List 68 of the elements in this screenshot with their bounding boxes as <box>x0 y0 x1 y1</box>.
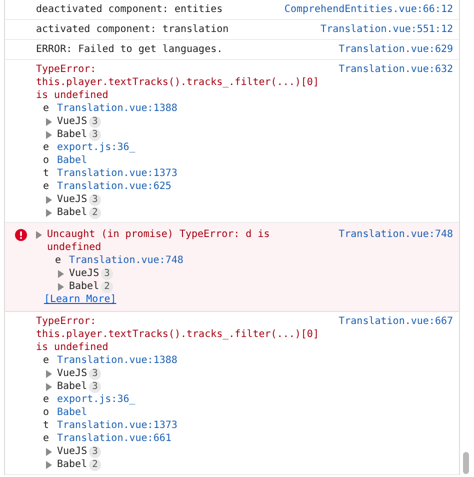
count-badge: 3 <box>89 194 101 206</box>
function-name: o <box>43 154 50 167</box>
message-text: ERROR: Failed to get languages. <box>36 43 224 56</box>
frame-link[interactable]: Babel <box>57 406 88 419</box>
source-link[interactable]: ComprehendEntities.vue:66:12 <box>284 3 453 16</box>
function-name: o <box>43 406 50 419</box>
count-badge: 3 <box>89 446 101 458</box>
source-link[interactable]: Translation.vue:632 <box>338 63 453 219</box>
function-name: e <box>43 141 50 154</box>
function-name: e <box>43 354 50 367</box>
caret-icon[interactable] <box>46 370 52 378</box>
caret-icon[interactable] <box>46 196 52 204</box>
group-name[interactable]: VueJS <box>69 267 100 280</box>
count-badge: 3 <box>89 380 101 392</box>
frame-link[interactable]: export.js:36_ <box>57 393 136 406</box>
frame-link[interactable]: Translation.vue:1373 <box>57 167 178 180</box>
group-name[interactable]: VueJS <box>57 367 88 380</box>
frame-link[interactable]: Translation.vue:661 <box>57 432 172 445</box>
caret-icon[interactable] <box>46 382 52 390</box>
frame-link[interactable]: Babel <box>57 154 88 167</box>
scrollbar-thumb[interactable] <box>463 452 469 474</box>
group-name[interactable]: Babel <box>57 206 88 219</box>
function-name: e <box>43 180 50 193</box>
group-name[interactable]: Babel <box>69 280 100 293</box>
source-link[interactable]: Translation.vue:551:12 <box>320 23 453 36</box>
group-name[interactable]: VueJS <box>57 115 88 128</box>
frame-link[interactable]: Translation.vue:1373 <box>57 419 178 432</box>
count-badge: 2 <box>89 206 101 218</box>
frame-link[interactable]: Translation.vue:625 <box>57 180 172 193</box>
group-name[interactable]: VueJS <box>57 193 88 206</box>
caret-icon[interactable] <box>36 231 42 239</box>
message-text: TypeError: this.player.textTracks().tracks_.filter(...)[0] is undefined <box>36 63 320 102</box>
frame-link[interactable]: Translation.vue:1388 <box>57 354 178 367</box>
message-text: TypeError: this.player.textTracks().tracks_.filter(...)[0] is undefined <box>36 315 320 354</box>
function-name: e <box>43 393 50 406</box>
learn-more-link[interactable]: [Learn More] <box>44 294 116 305</box>
message-text: deactivated component: entities <box>36 3 224 16</box>
function-name: e <box>43 432 50 445</box>
function-name: t <box>43 419 50 432</box>
function-name: e <box>55 254 62 267</box>
function-name: t <box>43 167 50 180</box>
group-name[interactable]: Babel <box>57 458 88 471</box>
frame-link[interactable]: Translation.vue:1388 <box>57 102 178 115</box>
message-text: activated component: translation <box>36 23 230 36</box>
count-badge: 2 <box>89 458 101 470</box>
count-badge: 2 <box>101 280 113 292</box>
frame-link[interactable]: export.js:36_ <box>57 141 136 154</box>
group-name[interactable]: Babel <box>57 128 88 141</box>
message-text: Uncaught (in promise) TypeError: d is undefined <box>47 228 271 254</box>
frame-link[interactable]: Translation.vue:748 <box>69 254 184 267</box>
source-link[interactable]: Translation.vue:748 <box>338 228 453 306</box>
count-badge: 3 <box>89 368 101 380</box>
source-link[interactable]: Translation.vue:667 <box>338 315 453 471</box>
caret-icon[interactable] <box>58 282 64 290</box>
caret-icon[interactable] <box>58 270 64 278</box>
count-badge: 3 <box>89 128 101 140</box>
group-name[interactable]: VueJS <box>57 445 88 458</box>
caret-icon[interactable] <box>46 130 52 138</box>
caret-icon[interactable] <box>46 460 52 468</box>
function-name: e <box>43 102 50 115</box>
caret-icon[interactable] <box>46 448 52 456</box>
count-badge: 3 <box>89 116 101 128</box>
caret-icon[interactable] <box>46 118 52 126</box>
caret-icon[interactable] <box>46 208 52 216</box>
count-badge: 3 <box>101 268 113 280</box>
group-name[interactable]: Babel <box>57 380 88 393</box>
error-icon <box>14 229 26 241</box>
source-link[interactable]: Translation.vue:629 <box>338 43 453 56</box>
